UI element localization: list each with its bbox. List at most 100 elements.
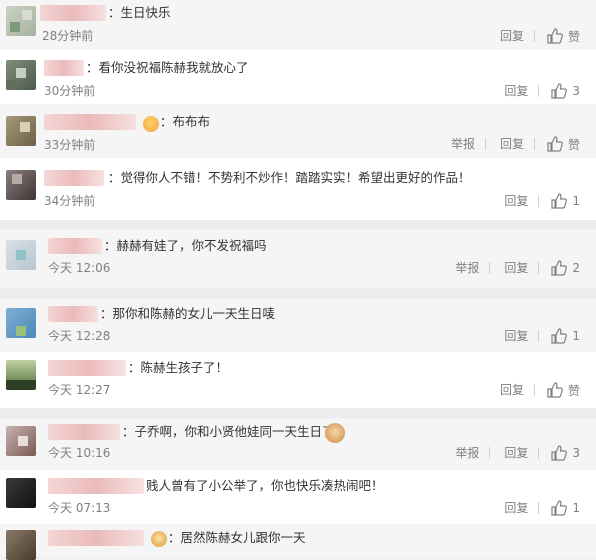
- comment-time: 33分钟前: [44, 138, 96, 152]
- report-button[interactable]: 举报: [455, 444, 479, 462]
- comment-actions: 回复 1: [490, 192, 580, 210]
- like-button[interactable]: 赞: [547, 382, 580, 399]
- comment-time: 今天 12:06: [48, 261, 111, 275]
- emoji-icon: [325, 423, 345, 443]
- comment-text: ：子乔啊，你和小贤他娃同一天生日了: [122, 424, 335, 439]
- avatar[interactable]: [6, 478, 36, 508]
- reply-button[interactable]: 回复: [504, 259, 528, 277]
- thumbs-up-icon: [547, 382, 563, 398]
- emoji-icon: [143, 116, 159, 132]
- username-blurred[interactable]: [48, 424, 120, 440]
- like-button[interactable]: 1: [551, 328, 580, 344]
- like-button[interactable]: 赞: [547, 28, 580, 45]
- avatar[interactable]: [6, 60, 36, 90]
- divider: [533, 30, 535, 42]
- reply-button[interactable]: 回复: [500, 381, 524, 399]
- like-count: 1: [572, 194, 580, 208]
- comment-text: ：陈赫生孩子了！: [128, 360, 229, 375]
- comment-feed: ：生日快乐 28分钟前 回复 赞 ：看你没祝福陈赫我就放心了 30分钟前 回复 …: [0, 0, 596, 560]
- like-button[interactable]: 1: [551, 500, 580, 516]
- report-button[interactable]: 举报: [451, 135, 475, 153]
- comment-actions: 回复 1: [490, 499, 580, 517]
- avatar[interactable]: [6, 360, 36, 390]
- like-label: 赞: [567, 383, 580, 398]
- thumbs-up-icon: [551, 500, 568, 516]
- divider: [484, 138, 486, 150]
- like-button[interactable]: 3: [551, 83, 580, 99]
- thumbs-up-icon: [547, 136, 563, 152]
- avatar[interactable]: [6, 116, 36, 146]
- reply-button[interactable]: 回复: [504, 327, 528, 345]
- thumbs-up-icon: [551, 445, 568, 461]
- username-blurred[interactable]: [48, 238, 102, 254]
- divider: [489, 447, 491, 459]
- comment-item: ：觉得你人不错！不势利不炒作！踏踏实实！希望出更好的作品！ 34分钟前 回复 1: [0, 158, 596, 220]
- thumbs-up-icon: [551, 260, 568, 276]
- report-button[interactable]: 举报: [455, 259, 479, 277]
- section-divider: [0, 408, 596, 418]
- like-button[interactable]: 1: [551, 193, 580, 209]
- avatar[interactable]: [6, 240, 36, 270]
- username-blurred[interactable]: [44, 170, 104, 186]
- reply-button[interactable]: 回复: [504, 499, 528, 517]
- comment-text: ：居然陈赫女儿跟你一天: [168, 530, 306, 545]
- username-blurred[interactable]: [48, 360, 126, 376]
- comment-text: ：看你没祝福陈赫我就放心了: [86, 60, 249, 75]
- comment-text: 贱人曾有了小公举了，你也快乐凑热闹吧！: [146, 478, 384, 493]
- username-blurred[interactable]: [48, 530, 144, 546]
- like-label: 赞: [567, 29, 580, 44]
- username-blurred[interactable]: [44, 114, 136, 130]
- comment-item: ：陈赫生孩子了！ 今天 12:27 回复 赞: [0, 352, 596, 408]
- like-button[interactable]: 2: [551, 260, 580, 276]
- divider: [538, 85, 540, 97]
- comment-actions: 回复 赞: [486, 27, 580, 45]
- username-blurred[interactable]: [40, 5, 106, 21]
- like-label: 赞: [567, 137, 580, 152]
- divider: [538, 447, 540, 459]
- section-divider: [0, 220, 596, 230]
- comment-text: ：赫赫有娃了，你不发祝福吗: [104, 238, 267, 253]
- like-count: 3: [572, 446, 580, 460]
- username-blurred[interactable]: [48, 306, 98, 322]
- comment-item: ：生日快乐 28分钟前 回复 赞: [0, 0, 596, 50]
- reply-button[interactable]: 回复: [504, 82, 528, 100]
- comment-actions: 回复 赞: [486, 381, 580, 399]
- reply-button[interactable]: 回复: [504, 444, 528, 462]
- avatar[interactable]: [6, 426, 36, 456]
- comment-item: 贱人曾有了小公举了，你也快乐凑热闹吧！ 今天 07:13 回复 1: [0, 470, 596, 524]
- avatar[interactable]: [6, 170, 36, 200]
- avatar[interactable]: [6, 6, 36, 36]
- like-button[interactable]: 赞: [547, 136, 580, 153]
- comment-time: 28分钟前: [42, 29, 94, 43]
- comment-item: ：居然陈赫女儿跟你一天: [0, 524, 596, 560]
- divider: [533, 384, 535, 396]
- divider: [538, 502, 540, 514]
- username-blurred[interactable]: [48, 478, 144, 494]
- divider: [489, 262, 491, 274]
- thumbs-up-icon: [551, 328, 568, 344]
- comment-actions: 举报 回复 赞: [437, 135, 580, 153]
- divider: [538, 195, 540, 207]
- comment-item: ：赫赫有娃了，你不发祝福吗 今天 12:06 举报 回复 2: [0, 230, 596, 288]
- comment-actions: 回复 3: [490, 82, 580, 100]
- divider: [538, 262, 540, 274]
- comment-actions: 举报 回复 2: [441, 259, 580, 277]
- section-divider: [0, 288, 596, 298]
- emoji-icon: [151, 531, 167, 547]
- comment-text: ：生日快乐: [108, 5, 171, 20]
- reply-button[interactable]: 回复: [504, 192, 528, 210]
- thumbs-up-icon: [547, 28, 563, 44]
- divider: [533, 138, 535, 150]
- comment-time: 今天 12:27: [48, 383, 111, 397]
- comment-item: ：那你和陈赫的女儿一天生日唛 今天 12:28 回复 1: [0, 298, 596, 352]
- like-count: 3: [572, 84, 580, 98]
- reply-button[interactable]: 回复: [500, 27, 524, 45]
- divider: [538, 330, 540, 342]
- username-blurred[interactable]: [44, 60, 84, 76]
- thumbs-up-icon: [551, 83, 568, 99]
- comment-text: ：布布布: [160, 114, 211, 129]
- comment-item: ：子乔啊，你和小贤他娃同一天生日了 今天 10:16 举报 回复 3: [0, 418, 596, 470]
- avatar[interactable]: [6, 308, 36, 338]
- reply-button[interactable]: 回复: [500, 135, 524, 153]
- like-button[interactable]: 3: [551, 445, 580, 461]
